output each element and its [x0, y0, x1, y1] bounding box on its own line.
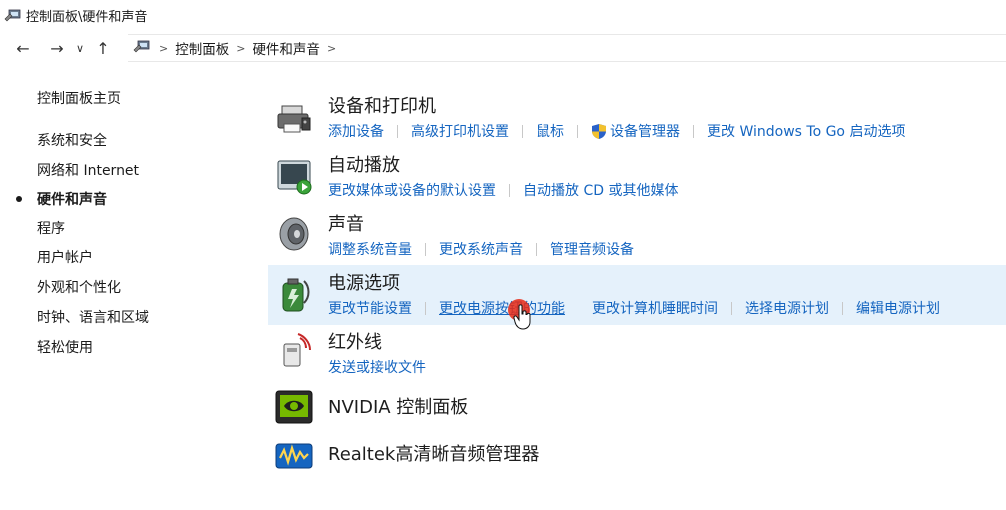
divider [509, 183, 510, 197]
divider [522, 124, 523, 138]
window-title: 控制面板\硬件和声音 [26, 9, 148, 25]
category-title-nvidia[interactable]: NVIDIA 控制面板 [328, 393, 468, 419]
chevron-right-icon[interactable]: > [236, 42, 245, 55]
forward-button[interactable]: → [44, 35, 70, 61]
link-change-power-button[interactable]: 更改电源按钮的功能 [439, 298, 565, 318]
nvidia-icon[interactable] [274, 387, 314, 427]
link-change-power-saving[interactable]: 更改节能设置 [328, 298, 412, 318]
back-button[interactable]: ← [10, 35, 36, 61]
category-realtek: Realtek高清晰音频管理器 [268, 432, 1006, 492]
divider [842, 301, 843, 315]
category-links: 发送或接收文件 [328, 357, 426, 377]
link-choose-power-plan[interactable]: 选择电源计划 [745, 298, 829, 318]
divider [425, 242, 426, 256]
printer-icon[interactable] [274, 98, 314, 138]
address-control-panel-icon [132, 38, 152, 58]
category-links: 更改媒体或设备的默认设置 自动播放 CD 或其他媒体 [328, 180, 678, 200]
divider [693, 124, 694, 138]
nav-item-network-internet[interactable]: 网络和 Internet [37, 160, 139, 180]
chevron-down-icon: ∨ [75, 41, 85, 55]
link-change-sounds[interactable]: 更改系统声音 [439, 239, 523, 259]
category-title-power-options[interactable]: 电源选项 [328, 269, 400, 295]
link-adjust-volume[interactable]: 调整系统音量 [328, 239, 412, 259]
category-links: 添加设备 高级打印机设置 鼠标 设备管理器 更改 Windows To Go 启… [328, 121, 905, 141]
chevron-right-icon[interactable]: > [159, 42, 168, 55]
category-title-sound[interactable]: 声音 [328, 210, 364, 236]
nav-item-system-security[interactable]: 系统和安全 [37, 130, 107, 150]
link-autoplay-cd[interactable]: 自动播放 CD 或其他媒体 [523, 180, 678, 200]
realtek-icon[interactable] [274, 438, 314, 478]
battery-icon[interactable] [274, 273, 314, 313]
control-panel-icon [4, 7, 22, 23]
hand-cursor-icon [513, 304, 533, 330]
link-windows-to-go[interactable]: 更改 Windows To Go 启动选项 [707, 121, 905, 141]
recent-locations-button[interactable]: ∨ [70, 35, 90, 61]
category-links: 更改节能设置 更改电源按钮的功能 更改计算机睡眠时间 选择电源计划 编辑电源计划 [328, 298, 940, 318]
nav-item-clock-language[interactable]: 时钟、语言和区域 [37, 307, 149, 327]
infrared-icon[interactable] [274, 330, 314, 370]
link-change-media-defaults[interactable]: 更改媒体或设备的默认设置 [328, 180, 496, 200]
divider [397, 124, 398, 138]
category-infrared: 红外线 发送或接收文件 [268, 324, 1006, 384]
nav-item-appearance[interactable]: 外观和个性化 [37, 277, 121, 297]
divider [578, 302, 579, 315]
shield-icon [591, 123, 607, 140]
up-button[interactable]: ↑ [90, 35, 116, 61]
nav-item-hardware-sound[interactable]: 硬件和声音 [37, 189, 107, 209]
arrow-right-icon: → [50, 38, 64, 58]
category-title-autoplay[interactable]: 自动播放 [328, 151, 400, 177]
category-devices-printers: 设备和打印机 添加设备 高级打印机设置 鼠标 设备管理器 更改 Windows … [268, 88, 1006, 148]
divider [425, 301, 426, 315]
nav-item-ease-of-access[interactable]: 轻松使用 [37, 337, 93, 357]
nav-item-user-accounts[interactable]: 用户帐户 [37, 247, 93, 267]
category-title-devices-printers[interactable]: 设备和打印机 [328, 92, 436, 118]
category-title-realtek[interactable]: Realtek高清晰音频管理器 [328, 440, 539, 466]
chevron-right-icon[interactable]: > [327, 42, 336, 55]
control-panel-home-link[interactable]: 控制面板主页 [37, 88, 121, 108]
category-title-infrared[interactable]: 红外线 [328, 328, 382, 354]
link-add-device[interactable]: 添加设备 [328, 121, 384, 141]
category-sound: 声音 调整系统音量 更改系统声音 管理音频设备 [268, 206, 1006, 266]
speaker-icon[interactable] [274, 214, 314, 254]
navigation-bar: ← → ∨ ↑ > 控制面板 > 硬件和声音 > [0, 32, 1006, 64]
category-power-options: 电源选项 更改节能设置 更改电源按钮的功能 更改计算机睡眠时间 选择电源计划 编… [268, 265, 1006, 325]
divider [536, 242, 537, 256]
category-links: 调整系统音量 更改系统声音 管理音频设备 [328, 239, 634, 259]
divider [577, 124, 578, 138]
link-send-receive-files[interactable]: 发送或接收文件 [328, 357, 426, 377]
link-manage-audio-devices[interactable]: 管理音频设备 [550, 239, 634, 259]
category-autoplay: 自动播放 更改媒体或设备的默认设置 自动播放 CD 或其他媒体 [268, 147, 1006, 207]
nav-item-programs[interactable]: 程序 [37, 218, 65, 238]
link-advanced-printer-setup[interactable]: 高级打印机设置 [411, 121, 509, 141]
divider [731, 301, 732, 315]
autoplay-icon[interactable] [274, 157, 314, 197]
address-bar[interactable]: > 控制面板 > 硬件和声音 > [128, 34, 1006, 62]
breadcrumb-control-panel[interactable]: 控制面板 [175, 38, 229, 58]
breadcrumb-hardware-sound[interactable]: 硬件和声音 [252, 38, 320, 58]
arrow-left-icon: ← [16, 38, 30, 58]
title-bar: 控制面板\硬件和声音 [0, 0, 1006, 30]
link-edit-power-plan[interactable]: 编辑电源计划 [856, 298, 940, 318]
link-mouse[interactable]: 鼠标 [536, 121, 564, 141]
arrow-up-icon: ↑ [96, 38, 110, 58]
active-bullet-icon [16, 196, 22, 202]
link-device-manager[interactable]: 设备管理器 [610, 121, 680, 141]
link-change-sleep-time[interactable]: 更改计算机睡眠时间 [592, 298, 718, 318]
